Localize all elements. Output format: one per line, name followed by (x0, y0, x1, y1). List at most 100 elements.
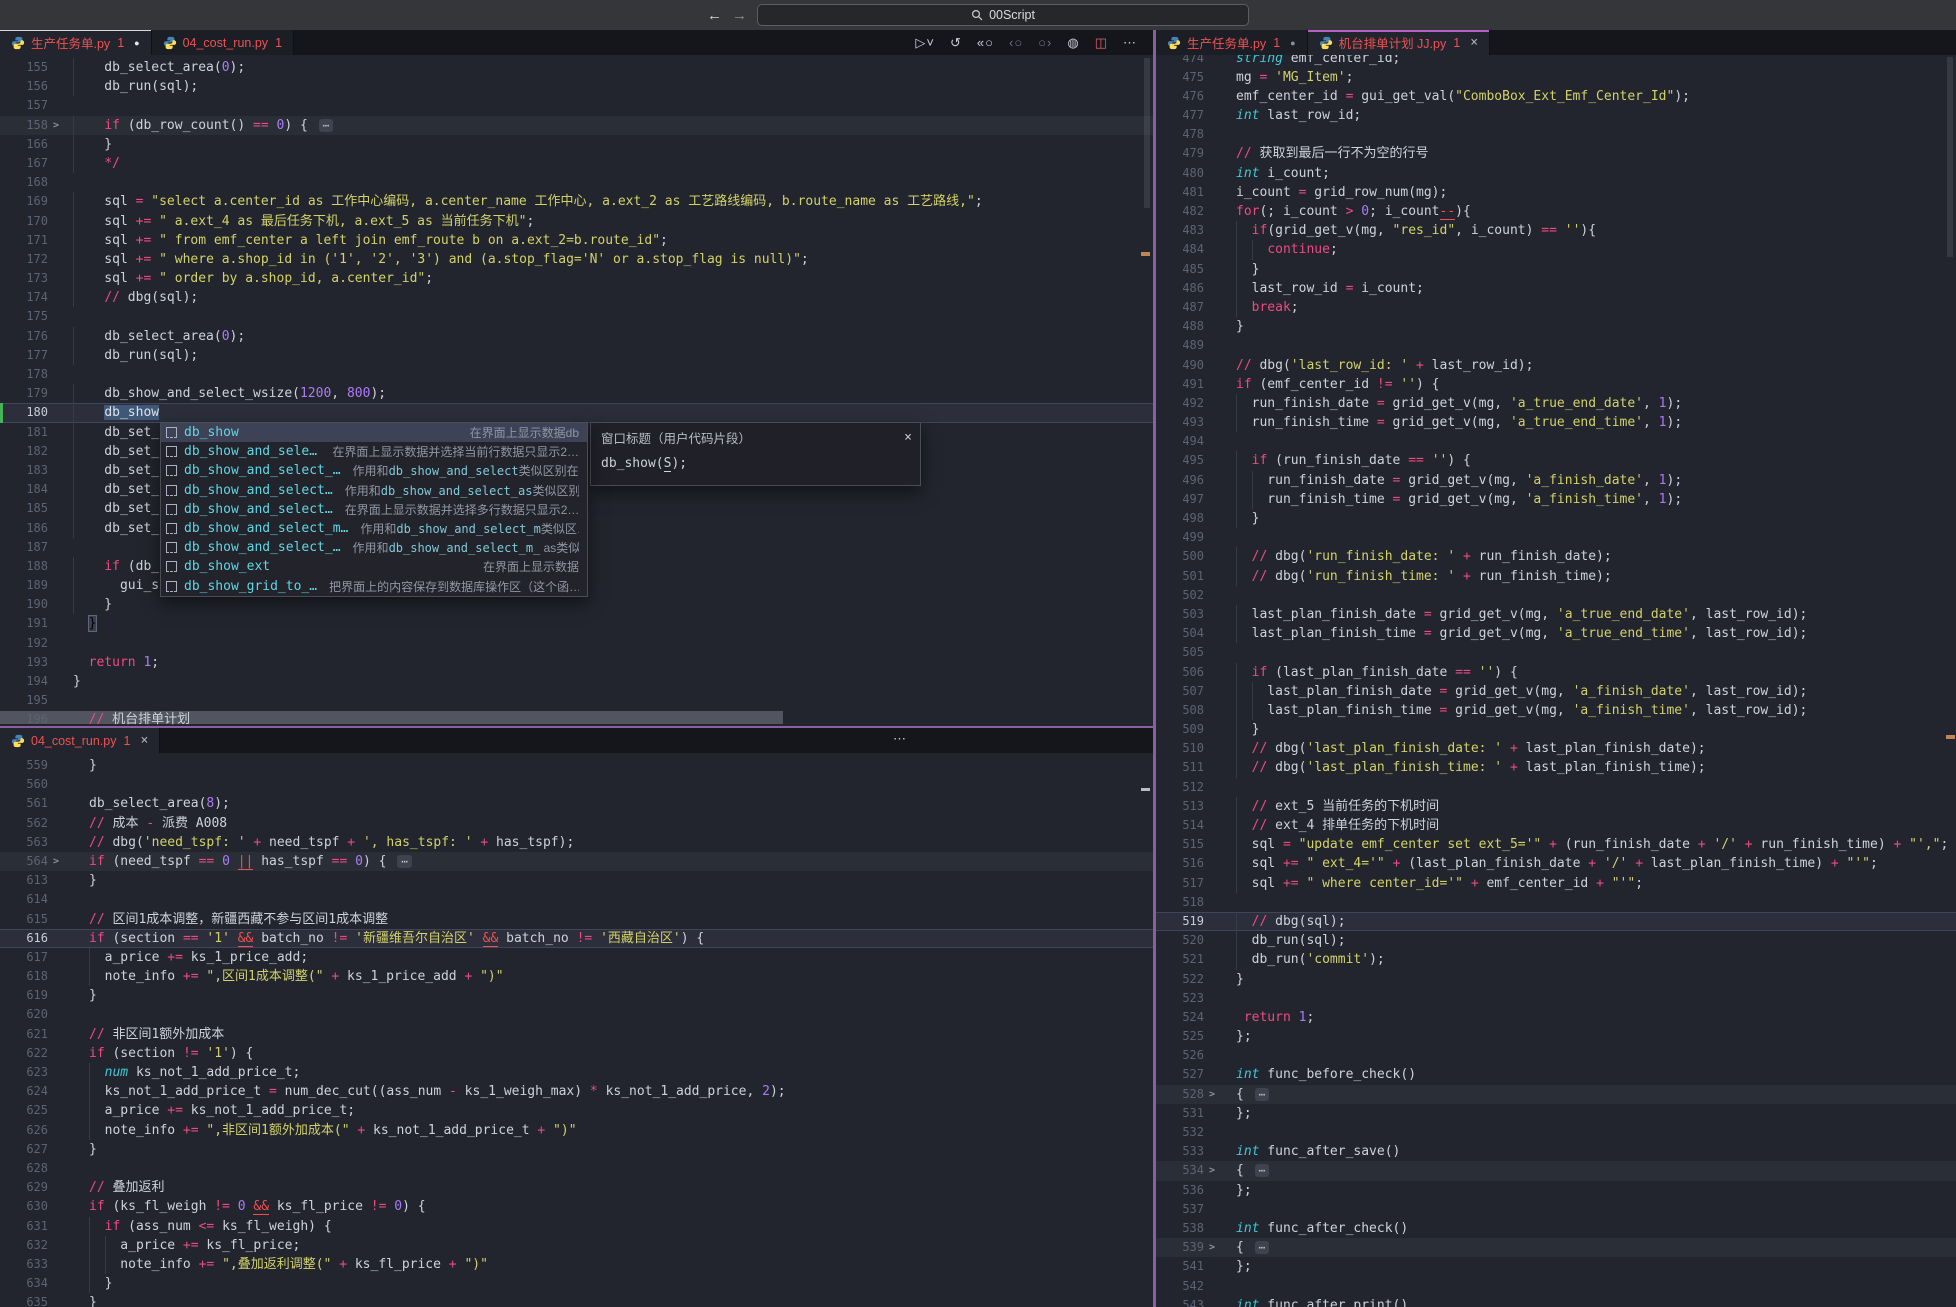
code-line-563[interactable]: 563// dbg('need_tspf: ' + need_tspf + ',… (0, 833, 1153, 852)
code-line-517[interactable]: 517 sql += " where center_id='" + emf_ce… (1156, 874, 1956, 893)
code-line-157[interactable]: 157 (0, 96, 1153, 115)
code-line-179[interactable]: 179 db_show_and_select_wsize(1200, 800); (0, 384, 1153, 403)
completion-db-show-and-select-m2[interactable]: db_show_and_select_…作用和db_show_and_selec… (161, 538, 587, 557)
code-line-505[interactable]: 505 (1156, 643, 1956, 662)
code-line-491[interactable]: 491if (emf_center_id != '') { (1156, 375, 1956, 394)
code-line-619[interactable]: 619} (0, 986, 1153, 1005)
code-line-169[interactable]: 169 sql = "select a.center_id as 工作中心编码,… (0, 192, 1153, 211)
code-line-508[interactable]: 508 last_plan_finish_time = grid_get_v(m… (1156, 701, 1956, 720)
code-line-178[interactable]: 178 (0, 365, 1153, 384)
code-line-516[interactable]: 516 sql += " ext_4='" + (last_plan_finis… (1156, 854, 1956, 873)
more-actions-icon[interactable]: ⋯ (893, 731, 906, 747)
code-line-525[interactable]: 525}; (1156, 1027, 1956, 1046)
code-line-500[interactable]: 500 // dbg('run_finish_date: ' + run_fin… (1156, 547, 1956, 566)
split-editor-icon[interactable]: ◫ (1095, 35, 1108, 51)
code-line-192[interactable]: 192 (0, 634, 1153, 653)
code-line-627[interactable]: 627} (0, 1140, 1153, 1159)
code-line-526[interactable]: 526 (1156, 1046, 1956, 1065)
code-line-166[interactable]: 166 } (0, 135, 1153, 154)
more-actions-icon[interactable]: ⋯ (1123, 35, 1137, 51)
debug-run-icon[interactable]: ◍ (1067, 35, 1079, 51)
code-line-498[interactable]: 498 } (1156, 509, 1956, 528)
code-line-536[interactable]: 536}; (1156, 1181, 1956, 1200)
code-line-622[interactable]: 622if (section != '1') { (0, 1044, 1153, 1063)
code-line-562[interactable]: 562// 成本 - 派费 A008 (0, 814, 1153, 833)
command-center-search[interactable]: 00Script (757, 4, 1249, 26)
code-line-496[interactable]: 496 run_finish_date = grid_get_v(mg, 'a_… (1156, 471, 1956, 490)
completion-db-show[interactable]: db_show在界面上显示数据db (161, 423, 587, 442)
code-line-626[interactable]: 626 note_info += ",非区间1额外加成本(" + ks_not_… (0, 1121, 1153, 1140)
code-line-193[interactable]: 193 return 1; (0, 653, 1153, 672)
editor-right[interactable]: 474string emf_center_id;475mg = 'MG_Item… (1156, 55, 1956, 1307)
code-line-495[interactable]: 495 if (run_finish_date == '') { (1156, 451, 1956, 470)
vertical-scrollbar-thumb[interactable] (1947, 57, 1953, 257)
fold-collapsed-icon[interactable]: > (1204, 1085, 1220, 1104)
code-line-513[interactable]: 513 // ext_5 当前任务的下机时间 (1156, 797, 1956, 816)
code-line-479[interactable]: 479// 获取到最后一行不为空的行号 (1156, 144, 1956, 163)
code-line-564[interactable]: 564>if (need_tspf == 0 || has_tspf == 0)… (0, 852, 1153, 871)
code-line-515[interactable]: 515 sql = "update emf_center set ext_5='… (1156, 835, 1956, 854)
horizontal-split-divider[interactable] (0, 726, 1153, 728)
code-line-484[interactable]: 484 continue; (1156, 240, 1956, 259)
tab-04-cost-run[interactable]: 04_cost_run.py1 (152, 30, 294, 55)
code-line-474[interactable]: 474string emf_center_id; (1156, 55, 1956, 68)
code-line-171[interactable]: 171 sql += " from emf_center a left join… (0, 231, 1153, 250)
code-line-559[interactable]: 559} (0, 756, 1153, 775)
fold-collapsed-icon[interactable]: > (48, 852, 64, 871)
code-line-502[interactable]: 502 (1156, 586, 1956, 605)
code-line-522[interactable]: 522} (1156, 970, 1956, 989)
fold-collapsed-icon[interactable]: > (1204, 1161, 1220, 1180)
code-line-173[interactable]: 173 sql += " order by a.shop_id, a.cente… (0, 269, 1153, 288)
code-line-533[interactable]: 533int func_after_save() (1156, 1142, 1956, 1161)
code-line-158[interactable]: 158> if (db_row_count() == 0) { ⋯ (0, 116, 1153, 135)
code-line-494[interactable]: 494 (1156, 432, 1956, 451)
code-line-521[interactable]: 521 db_run('commit'); (1156, 950, 1956, 969)
code-line-524[interactable]: 524 return 1; (1156, 1008, 1956, 1027)
code-line-632[interactable]: 632 a_price += ks_fl_price; (0, 1236, 1153, 1255)
back-button[interactable]: ← (707, 7, 722, 24)
code-line-561[interactable]: 561db_select_area(8); (0, 794, 1153, 813)
code-line-195[interactable]: 195 (0, 691, 1153, 710)
code-line-477[interactable]: 477int last_row_id; (1156, 106, 1956, 125)
tab-sheng-chan-ren-wu-dan[interactable]: 生产任务单.py1● (0, 30, 152, 55)
code-line-507[interactable]: 507 last_plan_finish_date = grid_get_v(m… (1156, 682, 1956, 701)
code-line-537[interactable]: 537 (1156, 1200, 1956, 1219)
code-line-476[interactable]: 476emf_center_id = gui_get_val("ComboBox… (1156, 87, 1956, 106)
history-icon[interactable]: ↺ (950, 35, 962, 51)
tab-ji-tai-pai-dan-ji-hua[interactable]: 机台排单计划 JJ.py1× (1308, 30, 1490, 55)
completion-db-show-and-sele[interactable]: db_show_and_sele…在界面上显示数据并选择当前行数据只显示2… (161, 442, 587, 461)
code-line-501[interactable]: 501 // dbg('run_finish_time: ' + run_fin… (1156, 567, 1956, 586)
vertical-scrollbar-thumb[interactable] (1144, 58, 1150, 208)
code-line-532[interactable]: 532 (1156, 1123, 1956, 1142)
code-line-531[interactable]: 531}; (1156, 1104, 1956, 1123)
code-line-506[interactable]: 506 if (last_plan_finish_date == '') { (1156, 663, 1956, 682)
close-icon[interactable]: × (140, 733, 148, 748)
code-line-518[interactable]: 518 (1156, 893, 1956, 912)
code-line-168[interactable]: 168 (0, 173, 1153, 192)
code-line-486[interactable]: 486 last_row_id = i_count; (1156, 279, 1956, 298)
code-line-628[interactable]: 628 (0, 1159, 1153, 1178)
code-line-635[interactable]: 635} (0, 1293, 1153, 1307)
code-line-519[interactable]: 519 // dbg(sql); (1156, 912, 1956, 931)
code-line-174[interactable]: 174 // dbg(sql); (0, 288, 1153, 307)
code-line-180[interactable]: 180 db_show (0, 403, 1153, 422)
completion-db-show-and-select-3[interactable]: db_show_and_select…在界面上显示数据并选择多行数据只显示2… (161, 500, 587, 519)
jump-back-icon[interactable]: «○ (977, 35, 994, 50)
code-line-167[interactable]: 167 */ (0, 154, 1153, 173)
code-line-480[interactable]: 480int i_count; (1156, 164, 1956, 183)
completion-db-show-grid-to[interactable]: db_show_grid_to_…把界面上的内容保存到数据库操作区（这个函… (161, 577, 587, 596)
code-line-493[interactable]: 493 run_finish_time = grid_get_v(mg, 'a_… (1156, 413, 1956, 432)
close-icon[interactable]: × (904, 430, 912, 445)
code-line-485[interactable]: 485 } (1156, 260, 1956, 279)
code-line-613[interactable]: 613} (0, 871, 1153, 890)
run-icon[interactable]: ▷˅ (915, 35, 935, 51)
code-line-503[interactable]: 503 last_plan_finish_date = grid_get_v(m… (1156, 605, 1956, 624)
code-line-616[interactable]: 616if (section == '1' && batch_no != '新疆… (0, 929, 1153, 948)
code-line-478[interactable]: 478 (1156, 125, 1956, 144)
code-line-481[interactable]: 481i_count = grid_row_num(mg); (1156, 183, 1956, 202)
nav-forward-icon[interactable]: ○› (1038, 35, 1052, 50)
code-line-620[interactable]: 620 (0, 1005, 1153, 1024)
code-line-488[interactable]: 488} (1156, 317, 1956, 336)
code-line-621[interactable]: 621// 非区间1额外加成本 (0, 1025, 1153, 1044)
code-line-175[interactable]: 175 (0, 307, 1153, 326)
